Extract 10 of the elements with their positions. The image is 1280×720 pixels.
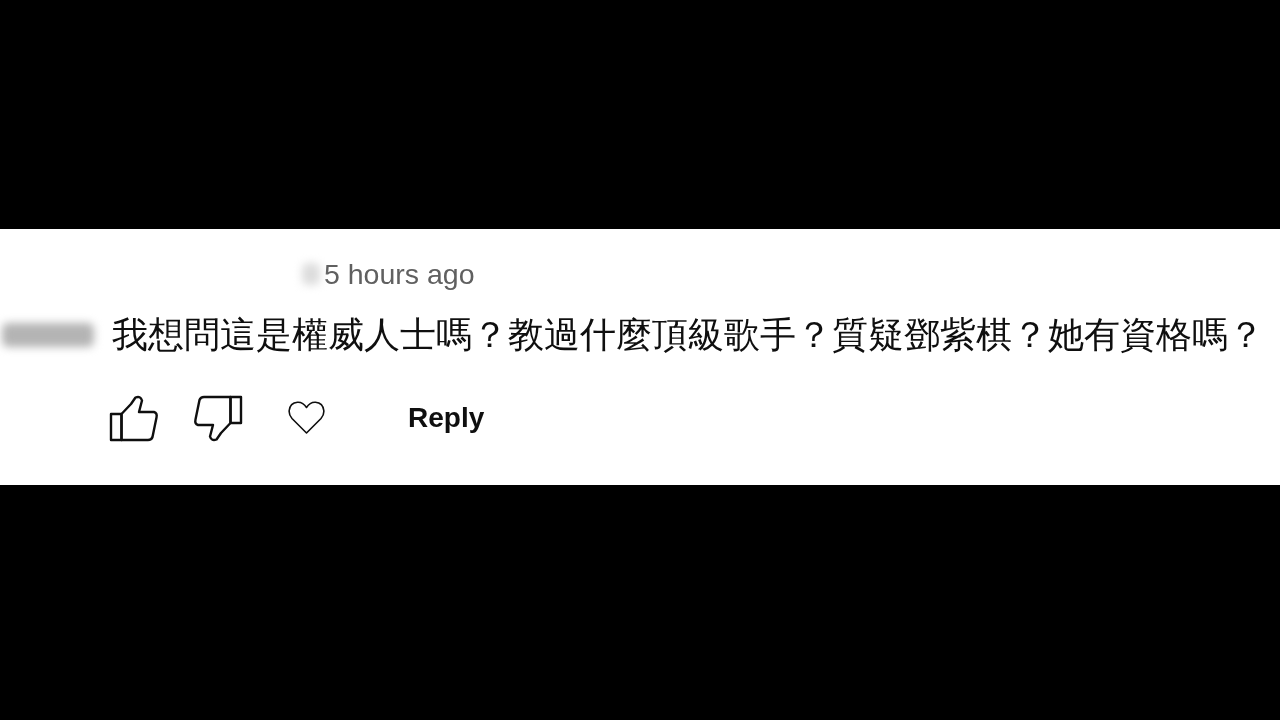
reply-button[interactable]: Reply <box>406 400 487 436</box>
comment-text: 我想問這是權威人士嗎？教過什麼頂級歌手？質疑鄧紫棋？她有資格嗎？ <box>112 314 1264 357</box>
heart-button[interactable] <box>288 401 325 435</box>
thumbs-down-icon <box>193 394 243 442</box>
like-button[interactable] <box>109 394 159 442</box>
thumbs-up-icon <box>109 394 159 442</box>
blurred-name <box>302 263 320 285</box>
dislike-button[interactable] <box>193 394 243 442</box>
comment-time: 5 hours ago <box>324 257 475 291</box>
heart-icon <box>288 401 325 435</box>
